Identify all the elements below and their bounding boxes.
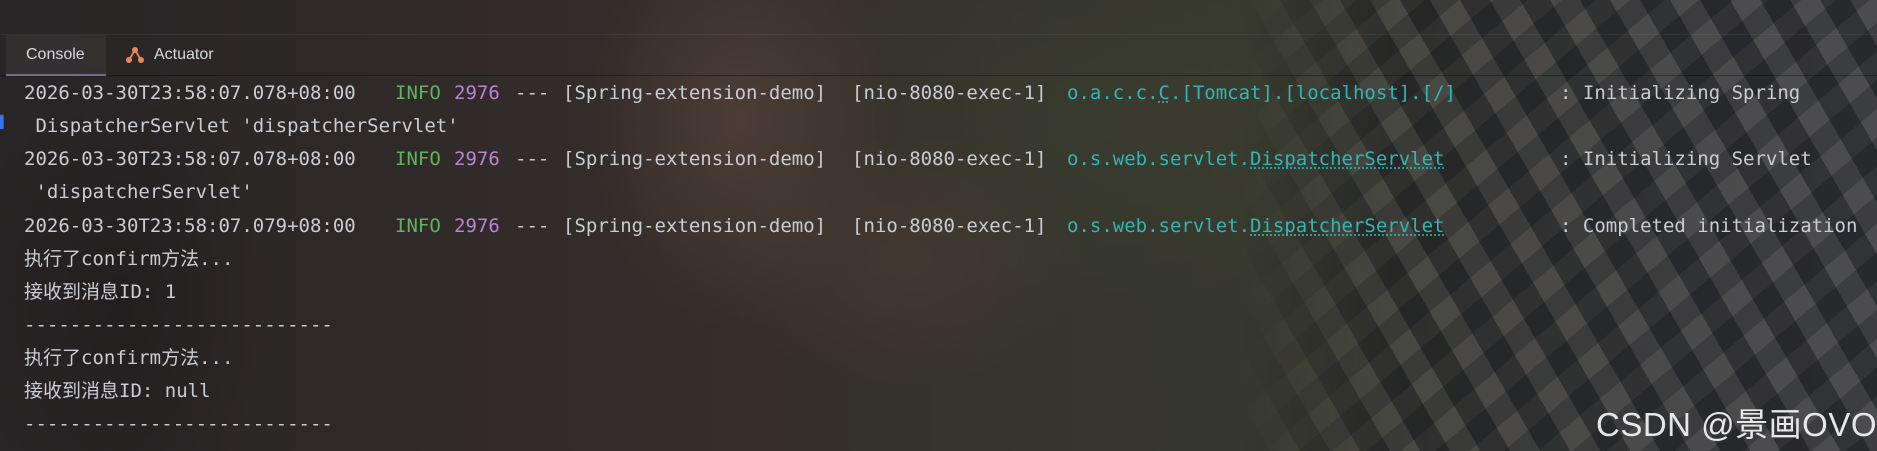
log-thread: [nio-8080-exec-1] [852, 148, 1047, 170]
log-timestamp: 2026-03-30T23:58:07.078+08:00 [24, 148, 356, 170]
logger-class-link[interactable]: DispatcherServlet [1250, 148, 1444, 170]
log-message: : Initializing Spring [1560, 82, 1801, 104]
log-separator: --- [515, 82, 550, 104]
console-separator-line: --------------------------- [24, 413, 333, 435]
logger-suffix: .[Tomcat].[localhost].[/] [1169, 82, 1456, 104]
log-level: INFO [395, 82, 441, 104]
log-logger[interactable]: o.s.web.servlet.DispatcherServlet [1067, 213, 1445, 239]
console-output[interactable]: 2026-03-30T23:58:07.078+08:00 INFO 2976 … [0, 0, 1877, 451]
log-pid: 2976 [454, 82, 500, 104]
log-message: : Completed initialization [1560, 215, 1858, 237]
console-text-line: 执行了confirm方法... [24, 248, 234, 270]
log-line: 2026-03-30T23:58:07.079+08:00 [24, 213, 356, 239]
log-app-name: [Spring-extension-demo] [563, 148, 827, 170]
log-pid: 2976 [454, 215, 500, 237]
logger-prefix: o.a.c.c. [1067, 82, 1159, 104]
log-line: 2026-03-30T23:58:07.078+08:00 [24, 80, 356, 106]
console-text-line: 执行了confirm方法... [24, 347, 234, 369]
logger-prefix: o.s.web.servlet. [1067, 148, 1251, 170]
watermark: CSDN @景画OVO [1596, 406, 1877, 443]
log-timestamp: 2026-03-30T23:58:07.079+08:00 [24, 215, 356, 237]
console-text-line: 接收到消息ID: null [24, 380, 211, 402]
log-logger[interactable]: o.a.c.c.C.[Tomcat].[localhost].[/] [1067, 80, 1456, 106]
log-line: 2026-03-30T23:58:07.078+08:00 [24, 146, 356, 172]
log-level: INFO [395, 148, 441, 170]
log-logger[interactable]: o.s.web.servlet.DispatcherServlet [1067, 146, 1445, 172]
ide-console-window: Console Actuator ▌ 2026-03-30T23:58:07.0… [0, 0, 1877, 451]
log-thread: [nio-8080-exec-1] [852, 215, 1047, 237]
log-continuation: DispatcherServlet 'dispatcherServlet' [24, 115, 459, 137]
logger-class-link[interactable]: DispatcherServlet [1250, 215, 1444, 237]
log-continuation: 'dispatcherServlet' [24, 181, 253, 203]
log-pid: 2976 [454, 148, 500, 170]
logger-class-link[interactable]: C [1159, 82, 1170, 104]
console-separator-line: --------------------------- [24, 314, 333, 336]
log-app-name: [Spring-extension-demo] [563, 215, 827, 237]
log-timestamp: 2026-03-30T23:58:07.078+08:00 [24, 82, 356, 104]
log-thread: [nio-8080-exec-1] [852, 82, 1047, 104]
log-separator: --- [515, 148, 550, 170]
log-message: : Initializing Servlet [1560, 148, 1812, 170]
console-text-line: 接收到消息ID: 1 [24, 281, 177, 303]
log-app-name: [Spring-extension-demo] [563, 82, 827, 104]
log-level: INFO [395, 215, 441, 237]
log-separator: --- [515, 215, 550, 237]
logger-prefix: o.s.web.servlet. [1067, 215, 1251, 237]
